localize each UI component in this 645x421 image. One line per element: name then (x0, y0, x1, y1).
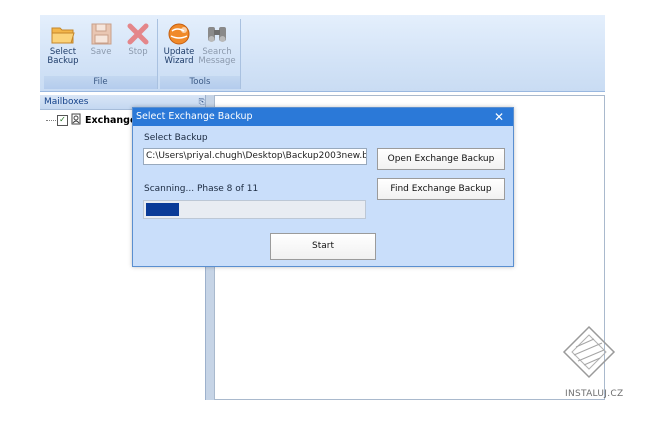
select-exchange-backup-dialog: Select Exchange Backup ✕ Select Backup C… (132, 107, 514, 267)
tree-item-exchange[interactable]: ✓ Exchange (46, 113, 136, 127)
binoculars-icon (203, 21, 231, 47)
backup-path-field[interactable]: C:\Users\priyal.chugh\Desktop\Backup2003… (143, 148, 367, 165)
progress-fill (146, 203, 180, 216)
tree-item-label: Exchange (85, 114, 137, 126)
select-backup-text: Select Backup (144, 133, 208, 143)
ribbon-group-file: Select Backup Save Stop File (44, 19, 158, 89)
ribbon-group-tools: Update Wizard Search Message Tools (160, 19, 241, 89)
select-backup-label: Select Backup (47, 47, 79, 66)
globe-update-icon (165, 21, 193, 47)
save-label: Save (90, 47, 112, 57)
tree-checkbox[interactable]: ✓ (57, 114, 68, 126)
select-backup-button[interactable]: Select Backup (44, 21, 82, 73)
stop-button[interactable]: Stop (119, 21, 157, 73)
ribbon-toolbar: Select Backup Save Stop File Update Wiza… (40, 15, 605, 92)
tree-connector (46, 119, 56, 121)
open-exchange-backup-button[interactable]: Open Exchange Backup (377, 148, 505, 170)
stop-x-icon (124, 21, 152, 47)
mailbox-db-icon (71, 113, 82, 128)
instaluj-logo-icon (562, 325, 616, 379)
dialog-titlebar: Select Exchange Backup ✕ (133, 108, 513, 126)
find-exchange-backup-button[interactable]: Find Exchange Backup (377, 178, 505, 200)
start-button[interactable]: Start (270, 233, 376, 260)
ribbon-group-file-label: File (44, 76, 157, 89)
dialog-title: Select Exchange Backup (136, 111, 253, 122)
update-wizard-button[interactable]: Update Wizard (160, 21, 198, 73)
watermark-text: INSTALUJ.CZ (565, 389, 624, 399)
ribbon-group-tools-label: Tools (160, 76, 240, 89)
scan-status-text: Scanning... Phase 8 of 11 (144, 184, 259, 194)
close-icon[interactable]: ✕ (494, 108, 504, 126)
folder-open-icon (49, 21, 77, 47)
search-message-label: Search Message (198, 47, 236, 66)
mailboxes-title: Mailboxes (44, 97, 89, 107)
save-button[interactable]: Save (82, 21, 120, 73)
update-wizard-label: Update Wizard (163, 47, 195, 66)
scan-progress-bar (143, 200, 366, 219)
floppy-save-icon (87, 21, 115, 47)
stop-label: Stop (128, 47, 148, 57)
search-message-button[interactable]: Search Message (198, 21, 236, 73)
